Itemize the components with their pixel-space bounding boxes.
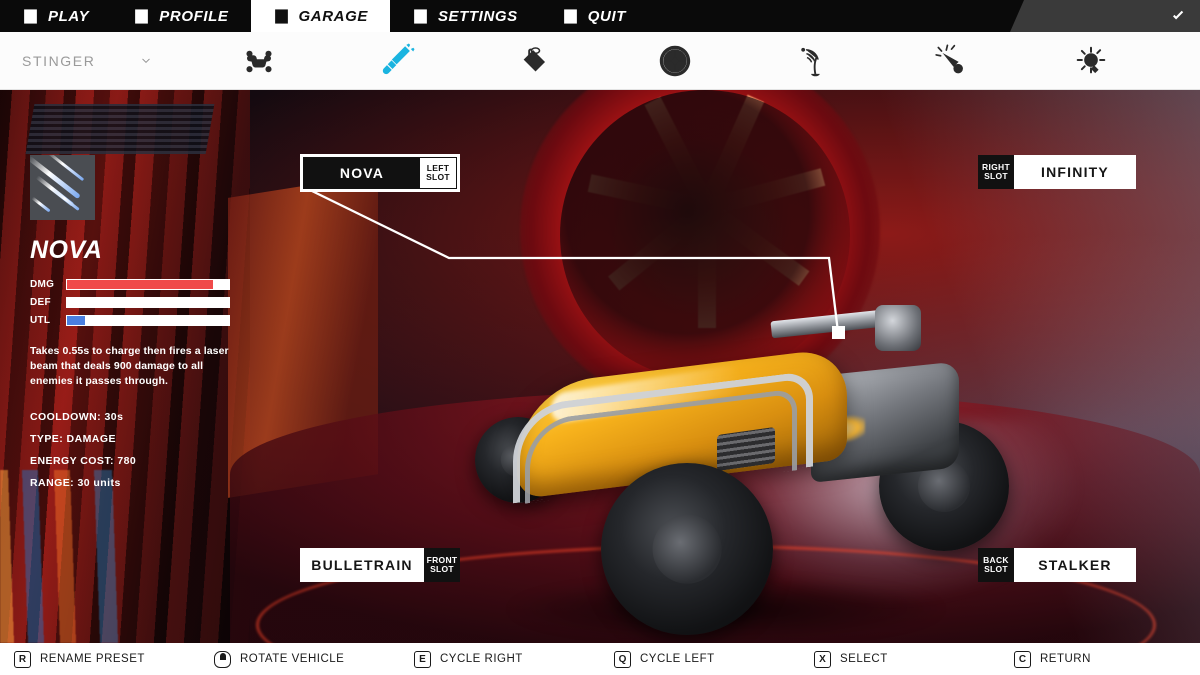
weapon-description: Takes 0.55s to charge then fires a laser…	[30, 345, 229, 387]
nav-item-play-label: PLAY	[48, 7, 90, 25]
stat-label-def: DEF	[30, 297, 51, 308]
stat-bar-def	[66, 297, 230, 308]
stat-row-utl: UTL	[30, 315, 230, 326]
person-icon	[133, 8, 150, 25]
key-icon: C	[1014, 650, 1031, 668]
stat-bar-dmg	[66, 279, 230, 290]
horn-icon	[933, 42, 971, 80]
nav-item-settings-label: SETTINGS	[437, 7, 518, 25]
key-icon: X	[814, 650, 831, 668]
wheels-icon	[656, 42, 694, 80]
tool-wheels[interactable]	[648, 36, 702, 86]
slot-back-badge-line2: SLOT	[984, 564, 1008, 574]
slot-right-badge: RIGHT SLOT	[978, 155, 1014, 189]
tool-weapon[interactable]	[371, 36, 425, 86]
slot-front-name: BULLETRAIN	[300, 548, 424, 582]
nav-item-profile[interactable]: PROFILE	[111, 0, 251, 32]
nav-item-play[interactable]: PLAY	[0, 0, 112, 32]
slot-back-badge: BACK SLOT	[978, 548, 1014, 582]
hint-rename-preset[interactable]: R RENAME PRESET	[0, 650, 200, 668]
hint-rotate-vehicle[interactable]: ROTATE VEHICLE	[200, 650, 400, 668]
garage-screen: PLAY PROFILE GARAGE SETTINGS QUIT STINGE…	[0, 0, 1200, 675]
stat-bar-utl	[66, 315, 230, 326]
exit-icon	[562, 8, 579, 25]
vehicle-model[interactable]	[455, 305, 1015, 641]
hint-cycle-left-label: CYCLE LEFT	[640, 653, 715, 665]
antenna-icon	[795, 42, 833, 80]
tool-antenna[interactable]	[787, 36, 841, 86]
helmet-icon	[273, 8, 290, 25]
lights-icon	[1072, 42, 1110, 80]
slot-left-badge: LEFT SLOT	[420, 158, 456, 188]
slot-left-name: NOVA	[304, 158, 420, 188]
slot-front-badge: FRONT SLOT	[424, 548, 460, 582]
key-icon: Q	[614, 650, 631, 668]
mouse-icon	[214, 650, 231, 668]
stat-fill-dmg	[67, 280, 213, 289]
tool-row	[180, 32, 1200, 89]
paint-icon	[517, 42, 555, 80]
turret-base	[875, 305, 921, 351]
main-nav: PLAY PROFILE GARAGE SETTINGS QUIT	[0, 0, 1200, 32]
tool-paint[interactable]	[509, 36, 563, 86]
hint-cycle-right[interactable]: E CYCLE RIGHT	[400, 650, 600, 668]
nav-item-garage[interactable]: GARAGE	[250, 0, 390, 32]
nav-item-quit-label: QUIT	[587, 7, 626, 25]
spec-energy-cost: ENERGY COST: 780	[30, 454, 137, 467]
tool-horn[interactable]	[925, 36, 979, 86]
scene-vent	[25, 104, 215, 154]
slot-right-badge-line2: SLOT	[984, 171, 1008, 181]
gear-icon	[412, 8, 429, 25]
slot-left-badge-line2: SLOT	[426, 172, 450, 182]
check-icon	[1170, 8, 1186, 24]
slot-front-badge-line2: SLOT	[430, 564, 454, 574]
nav-item-garage-label: GARAGE	[298, 7, 368, 25]
chevron-down-icon	[139, 54, 153, 68]
slot-front[interactable]: BULLETRAIN FRONT SLOT	[300, 548, 460, 582]
play-icon	[22, 8, 39, 25]
spec-type: TYPE: DAMAGE	[30, 432, 116, 445]
weapon-name: NOVA	[30, 236, 103, 264]
stat-label-utl: UTL	[30, 315, 51, 326]
hint-select[interactable]: X SELECT	[800, 650, 1000, 668]
spec-cooldown: COOLDOWN: 30s	[30, 410, 124, 423]
hint-return-label: RETURN	[1040, 653, 1091, 665]
laser-beam-icon	[30, 155, 95, 220]
weapon-info-panel: NOVA DMG DEF UTL Takes 0.55s to charge t…	[30, 155, 230, 499]
spec-range: RANGE: 30 units	[30, 476, 121, 489]
hint-return[interactable]: C RETURN	[1000, 650, 1200, 668]
preset-dropdown[interactable]: STINGER	[0, 53, 180, 69]
tool-lights[interactable]	[1064, 36, 1118, 86]
hint-rename-preset-label: RENAME PRESET	[40, 653, 145, 665]
nav-item-profile-label: PROFILE	[159, 7, 229, 25]
slot-back-name: STALKER	[1014, 548, 1136, 582]
customization-toolbar: STINGER	[0, 32, 1200, 90]
stat-row-dmg: DMG	[30, 279, 230, 290]
weapon-icon	[379, 42, 417, 80]
hint-select-label: SELECT	[840, 653, 888, 665]
chassis-icon	[240, 42, 278, 80]
hint-cycle-right-label: CYCLE RIGHT	[440, 653, 523, 665]
nav-item-quit[interactable]: QUIT	[539, 0, 648, 32]
tool-chassis[interactable]	[232, 36, 286, 86]
weapon-specs: COOLDOWN: 30s TYPE: DAMAGE ENERGY COST: …	[30, 411, 230, 489]
preset-name-label: STINGER	[22, 52, 96, 69]
slot-left[interactable]: NOVA LEFT SLOT	[300, 154, 460, 192]
slot-right-name: INFINITY	[1014, 155, 1136, 189]
nav-spacer	[647, 0, 1010, 32]
key-icon: E	[414, 650, 431, 668]
slot-back[interactable]: BACK SLOT STALKER	[978, 548, 1136, 582]
hint-cycle-left[interactable]: Q CYCLE LEFT	[600, 650, 800, 668]
stat-fill-utl	[67, 316, 85, 325]
weapon-stats: DMG DEF UTL	[30, 279, 230, 326]
vehicle-tire	[601, 463, 773, 635]
control-hints-bar: R RENAME PRESET ROTATE VEHICLE E CYCLE R…	[0, 643, 1200, 675]
hint-rotate-vehicle-label: ROTATE VEHICLE	[240, 653, 345, 665]
slot-right[interactable]: RIGHT SLOT INFINITY	[978, 155, 1136, 189]
stat-label-dmg: DMG	[30, 279, 55, 290]
confirm-button[interactable]	[1010, 0, 1200, 32]
nav-item-settings[interactable]: SETTINGS	[389, 0, 540, 32]
key-icon: R	[14, 650, 31, 668]
stat-row-def: DEF	[30, 297, 230, 308]
